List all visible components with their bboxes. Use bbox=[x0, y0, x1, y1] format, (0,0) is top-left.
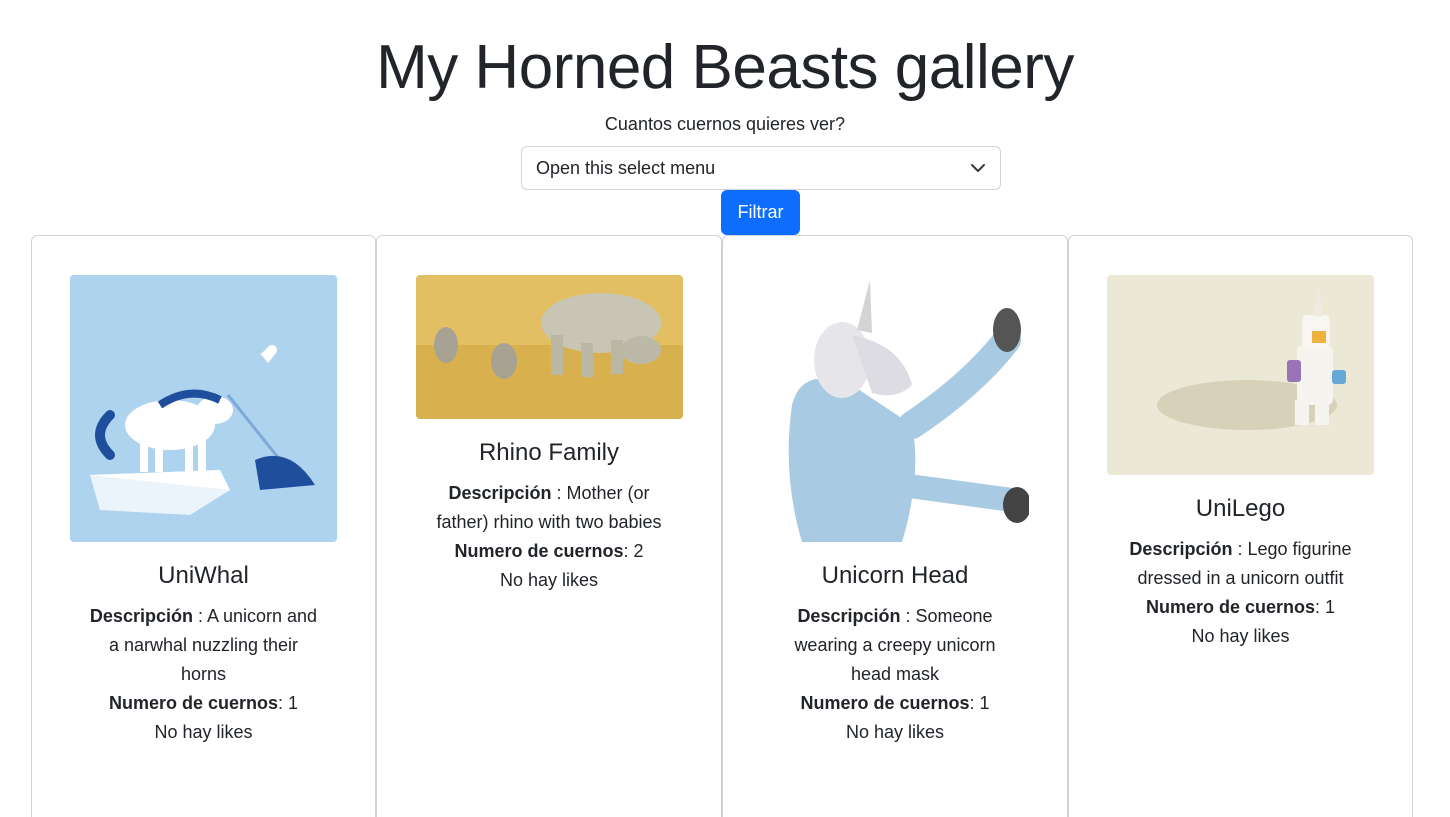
card-title: Unicorn Head bbox=[821, 562, 969, 589]
lego-unicorn-photo[interactable] bbox=[1107, 275, 1374, 475]
card-title: UniLego bbox=[1195, 495, 1286, 522]
card-gallery: UniWhal Descripción : A unicorn and a na… bbox=[31, 235, 1413, 817]
select-value: Open this select menu bbox=[536, 157, 716, 178]
card-description: Descripción : Mother (or father) rhino w… bbox=[436, 483, 662, 532]
horns-label: Numero de cuernos bbox=[800, 693, 970, 713]
filter-prompt: Cuantos cuernos quieres ver? bbox=[604, 114, 846, 134]
likes-text: No hay likes bbox=[154, 722, 253, 742]
beast-card: UniLego Descripción : Lego figurine dres… bbox=[1068, 235, 1413, 817]
horns-value: 1 bbox=[288, 693, 299, 713]
horns-line: Numero de cuernos: 1 bbox=[1145, 597, 1336, 617]
card-description: Descripción : A unicorn and a narwhal nu… bbox=[89, 606, 318, 684]
description-label: Descripción bbox=[89, 606, 193, 626]
horns-value: 2 bbox=[633, 541, 644, 561]
page: My Horned Beasts gallery Cuantos cuernos… bbox=[0, 0, 1450, 817]
card-description: Descripción : Someone wearing a creepy u… bbox=[794, 606, 996, 684]
horns-select[interactable]: Open this select menu bbox=[521, 146, 1001, 190]
unicorn-narwhal-illustration[interactable] bbox=[70, 275, 337, 542]
horns-line: Numero de cuernos: 2 bbox=[454, 541, 644, 561]
page-title: My Horned Beasts gallery bbox=[376, 33, 1074, 102]
description-label: Descripción bbox=[1129, 539, 1233, 559]
card-description: Descripción : Lego figurine dressed in a… bbox=[1129, 539, 1352, 588]
filter-button[interactable]: Filtrar bbox=[721, 190, 800, 235]
unicorn-mask-photo[interactable] bbox=[762, 275, 1029, 542]
description-label: Descripción bbox=[448, 483, 552, 503]
horns-value: 1 bbox=[979, 693, 990, 713]
likes-text: No hay likes bbox=[499, 570, 599, 590]
horns-line: Numero de cuernos: 1 bbox=[800, 693, 990, 713]
card-title: Rhino Family bbox=[478, 439, 620, 466]
beast-card: Unicorn Head Descripción : Someone weari… bbox=[722, 235, 1068, 817]
horns-value: 1 bbox=[1325, 597, 1336, 617]
chevron-down-icon bbox=[971, 164, 985, 172]
rhino-photo[interactable] bbox=[416, 275, 683, 419]
description-label: Descripción bbox=[797, 606, 901, 626]
horns-line: Numero de cuernos: 1 bbox=[108, 693, 299, 713]
card-title: UniWhal bbox=[158, 562, 249, 589]
likes-text: No hay likes bbox=[1191, 626, 1290, 646]
beast-card: Rhino Family Descripción : Mother (or fa… bbox=[376, 235, 722, 817]
horns-label: Numero de cuernos bbox=[1145, 597, 1315, 617]
likes-text: No hay likes bbox=[845, 722, 945, 742]
horns-label: Numero de cuernos bbox=[454, 541, 624, 561]
horns-label: Numero de cuernos bbox=[108, 693, 278, 713]
beast-card: UniWhal Descripción : A unicorn and a na… bbox=[31, 235, 376, 817]
